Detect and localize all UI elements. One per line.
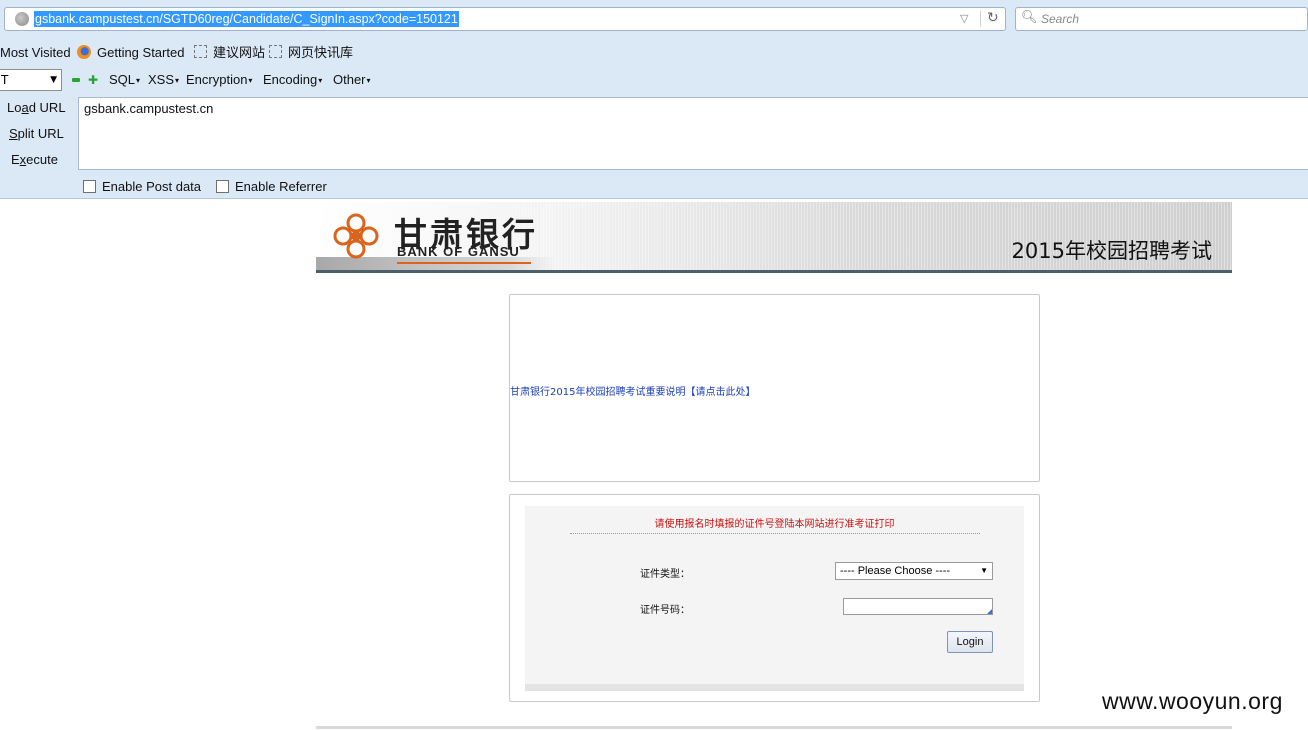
menu-label: Other	[333, 72, 366, 87]
chevron-down-icon: ▼	[50, 75, 57, 85]
dropdown-arrow-icon: ▾	[318, 76, 323, 85]
button-label-part: plit URL	[17, 126, 64, 141]
button-label-part: Lo	[7, 100, 22, 115]
reload-icon[interactable]: ↻	[987, 10, 999, 26]
globe-icon[interactable]	[15, 12, 29, 26]
load-url-button[interactable]: Load URL	[7, 100, 66, 115]
bookmark-web-slices[interactable]: 网页快讯库	[269, 44, 353, 62]
execute-button[interactable]: Execute	[11, 152, 58, 167]
menu-label: Encoding	[263, 72, 318, 87]
chevron-down-icon: ▼	[980, 566, 988, 575]
bookmark-label: 建议网站	[213, 45, 266, 60]
hackbar-url-textarea[interactable]: gsbank.campustest.cn	[78, 97, 1308, 170]
login-panel: 请使用报名时填报的证件号登陆本网站进行准考证打印 证件类型： ---- Plea…	[509, 494, 1040, 702]
menu-sql[interactable]: SQL▾	[109, 72, 140, 87]
dotted-divider	[570, 533, 980, 534]
bookmark-label: Most Visited	[0, 45, 71, 60]
checkbox-label: Enable Post data	[102, 179, 202, 194]
id-number-label: 证件号码：	[640, 605, 690, 616]
exam-title: 2015年校园招聘考试	[1011, 239, 1212, 263]
hackbar-url-value[interactable]: gsbank.campustest.cn	[84, 101, 213, 116]
menu-label: XSS	[148, 72, 175, 87]
accesskey-letter: a	[21, 100, 29, 115]
dropdown-arrow-icon: ▾	[136, 76, 141, 85]
address-bar[interactable]: gsbank.campustest.cn/SGTD60reg/Candidate…	[4, 7, 1006, 31]
id-type-selected-value: ---- Please Choose ----	[840, 565, 951, 577]
login-instruction: 请使用报名时填报的证件号登陆本网站进行准考证打印	[654, 519, 895, 530]
checkbox-box[interactable]	[83, 180, 96, 193]
history-dropdown-icon[interactable]: ▽	[960, 12, 968, 25]
button-label-part: d URL	[28, 100, 66, 115]
id-number-input[interactable]	[843, 598, 993, 615]
menu-encryption[interactable]: Encryption▾	[186, 72, 252, 87]
checkbox-label: Enable Referrer	[235, 179, 327, 194]
checkbox-box[interactable]	[216, 180, 229, 193]
menu-encoding[interactable]: Encoding▾	[263, 72, 322, 87]
dropdown-arrow-icon: ▾	[366, 76, 371, 85]
notice-panel: 甘肃银行2015年校园招聘考试重要说明【请点击此处】	[509, 294, 1040, 482]
placeholder-page-icon	[194, 45, 207, 58]
address-url-text[interactable]: gsbank.campustest.cn/SGTD60reg/Candidate…	[34, 11, 459, 27]
menu-label: SQL	[109, 72, 136, 87]
footer-rule	[316, 726, 1232, 729]
browser-chrome: gsbank.campustest.cn/SGTD60reg/Candidate…	[0, 0, 1308, 199]
accesskey-letter: S	[9, 126, 18, 141]
bookmark-most-visited[interactable]: Most Visited	[0, 44, 71, 62]
watermark: www.wooyun.org	[1102, 688, 1283, 714]
menu-xss[interactable]: XSS▾	[148, 72, 179, 87]
firefox-icon	[77, 45, 91, 59]
menu-label: Encryption	[186, 72, 248, 87]
page-banner: 甘肃银行 BANK OF GANSU 2015年校园招聘考试	[316, 202, 1232, 273]
bookmark-label: Getting Started	[97, 45, 185, 60]
resize-grip-icon[interactable]	[987, 609, 992, 614]
split-url-button[interactable]: Split URL	[9, 126, 64, 141]
placeholder-page-icon	[269, 45, 282, 58]
address-separator	[980, 11, 981, 27]
enable-post-checkbox[interactable]: Enable Post data	[83, 179, 201, 194]
login-button[interactable]: Login	[947, 631, 993, 653]
login-form: 请使用报名时填报的证件号登陆本网站进行准考证打印 证件类型： ---- Plea…	[525, 506, 1024, 691]
dropdown-arrow-icon: ▾	[248, 76, 253, 85]
hackbar-method-select[interactable]: T ▼	[0, 69, 62, 91]
form-footer-bar	[525, 684, 1024, 691]
important-notice-link[interactable]: 甘肃银行2015年校园招聘考试重要说明【请点击此处】	[510, 383, 755, 398]
enable-referrer-checkbox[interactable]: Enable Referrer	[216, 179, 327, 194]
id-type-select[interactable]: ---- Please Choose ---- ▼	[835, 562, 993, 580]
id-type-label: 证件类型：	[640, 569, 690, 580]
magnifier-icon: 🔍︎	[1021, 10, 1038, 25]
bookmark-suggested-sites[interactable]: 建议网站	[194, 44, 265, 62]
button-label-part: E	[11, 152, 20, 167]
method-value: T	[1, 73, 9, 87]
button-label-part: ecute	[26, 152, 58, 167]
decrease-icon[interactable]	[72, 78, 80, 82]
search-placeholder[interactable]: Search	[1041, 12, 1079, 26]
bookmark-label: 网页快讯库	[288, 45, 354, 60]
bank-logo-icon	[333, 213, 379, 259]
increase-icon[interactable]: ✚	[88, 74, 98, 86]
logo-underline	[397, 262, 531, 264]
dropdown-arrow-icon: ▾	[175, 76, 180, 85]
menu-other[interactable]: Other▾	[333, 72, 371, 87]
bookmark-getting-started[interactable]: Getting Started	[77, 44, 184, 62]
bank-name-english: BANK OF GANSU	[397, 244, 520, 259]
search-box[interactable]: 🔍︎ Search	[1015, 7, 1308, 31]
